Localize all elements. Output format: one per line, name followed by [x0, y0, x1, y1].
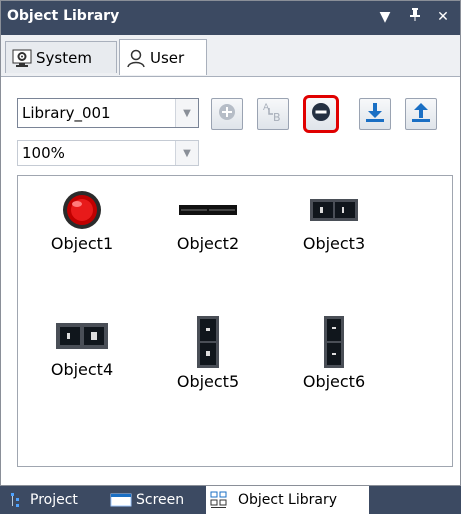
bottom-tab-bar: Project Screen Object Library: [0, 486, 461, 514]
horizontal-bar-icon: [158, 190, 258, 230]
tab-object-library-label: Object Library: [238, 492, 337, 508]
tab-system-label: System: [36, 48, 92, 67]
chevron-down-icon[interactable]: ▼: [175, 99, 198, 127]
object-item[interactable]: Object4: [32, 316, 132, 379]
object-label: Object2: [176, 234, 240, 253]
object-grid: Object1 Object2 Object3 Object4 Object5 …: [17, 175, 453, 467]
tab-system[interactable]: System: [5, 41, 117, 73]
system-settings-icon: [12, 48, 32, 68]
pin-icon[interactable]: [405, 7, 425, 27]
chevron-down-icon[interactable]: ▼: [175, 141, 198, 165]
tab-user-label: User: [150, 48, 185, 67]
screen-icon: [110, 492, 132, 508]
switch-horizontal-icon: [284, 190, 384, 230]
title-bar: Object Library ▼ ✕: [1, 1, 460, 35]
tab-object-library[interactable]: Object Library: [206, 486, 369, 514]
minus-circle-icon: [310, 101, 332, 127]
upload-icon: [410, 101, 432, 127]
tab-user[interactable]: User: [119, 39, 207, 75]
add-button[interactable]: [211, 98, 243, 130]
import-button[interactable]: [359, 98, 391, 130]
object-label: Object4: [50, 360, 114, 379]
plus-circle-icon: [217, 102, 237, 126]
tab-project[interactable]: Project: [6, 486, 82, 514]
library-select[interactable]: Library_001 ▼: [17, 98, 199, 128]
object-library-icon: [210, 491, 234, 509]
object-item[interactable]: Object6: [284, 316, 384, 391]
switch-panel-icon: [32, 316, 132, 356]
project-tree-icon: [10, 492, 26, 508]
zoom-select-value: 100%: [22, 144, 65, 162]
switch-vertical-2-icon: [284, 316, 384, 368]
zoom-select[interactable]: 100% ▼: [17, 140, 199, 166]
tab-screen[interactable]: Screen: [106, 486, 188, 514]
user-icon: [126, 48, 146, 68]
object-label: Object6: [302, 372, 366, 391]
tab-screen-label: Screen: [136, 492, 185, 508]
rename-button[interactable]: AB: [257, 98, 289, 130]
switch-vertical-icon: [158, 316, 258, 368]
close-icon[interactable]: ✕: [433, 7, 453, 27]
object-label: Object5: [176, 372, 240, 391]
svg-text:B: B: [273, 111, 281, 124]
export-button[interactable]: [405, 98, 437, 130]
red-lamp-icon: [32, 190, 132, 230]
library-tabs: System User: [1, 35, 460, 77]
panel-title: Object Library: [7, 8, 120, 24]
object-item[interactable]: Object3: [284, 190, 384, 253]
object-item[interactable]: Object2: [158, 190, 258, 253]
library-select-value: Library_001: [22, 104, 111, 122]
object-item[interactable]: Object5: [158, 316, 258, 391]
tab-project-label: Project: [30, 492, 78, 508]
object-item[interactable]: Object1: [32, 190, 132, 253]
remove-button[interactable]: [303, 95, 339, 133]
object-label: Object1: [50, 234, 114, 253]
rename-ab-icon: AB: [261, 100, 285, 128]
object-label: Object3: [302, 234, 366, 253]
download-icon: [364, 101, 386, 127]
dropdown-icon[interactable]: ▼: [375, 7, 395, 27]
object-library-panel: Object Library ▼ ✕ System User Library_0…: [0, 0, 461, 486]
